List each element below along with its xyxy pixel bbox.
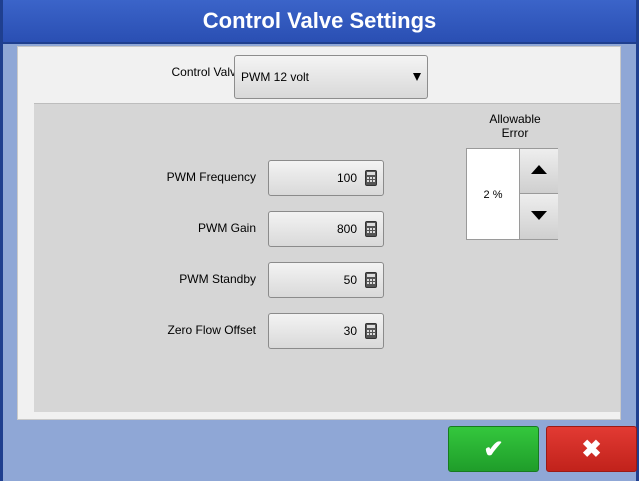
allowable-error-decrease-button[interactable] <box>519 194 558 239</box>
pwm-standby-value: 50 <box>343 273 357 287</box>
pwm-standby-label: PWM Standby <box>179 272 256 286</box>
control-valve-value: PWM 12 volt <box>241 70 310 84</box>
allowable-error-value: 2 % <box>483 189 503 201</box>
triangle-up-icon <box>531 165 547 174</box>
control-valve-dropdown[interactable]: PWM 12 volt <box>234 55 428 99</box>
ok-button[interactable]: ✔ <box>448 426 539 472</box>
calculator-icon <box>365 323 377 339</box>
allowable-error-increase-button[interactable] <box>519 149 558 194</box>
dialog-title: Control Valve Settings <box>3 0 636 44</box>
pwm-standby-row: PWM Standby 50 <box>34 262 414 298</box>
calculator-icon <box>365 170 377 186</box>
cancel-button[interactable]: ✖ <box>546 426 637 472</box>
pwm-gain-button[interactable]: 800 <box>268 211 384 247</box>
content-area: Control Valve: PWM 12 volt PWM Frequency… <box>17 46 621 420</box>
zero-flow-offset-button[interactable]: 30 <box>268 313 384 349</box>
checkmark-icon: ✔ <box>483 435 504 463</box>
pwm-frequency-value: 100 <box>336 171 357 185</box>
close-icon: ✖ <box>581 435 602 463</box>
calculator-icon <box>365 272 377 288</box>
triangle-down-icon <box>531 211 547 220</box>
pwm-gain-value: 800 <box>336 222 357 236</box>
zero-flow-offset-value: 30 <box>343 324 357 338</box>
chevron-down-icon <box>413 73 421 81</box>
allowable-error-title: Allowable Error <box>489 112 541 140</box>
zero-flow-offset-row: Zero Flow Offset 30 <box>34 313 414 349</box>
pwm-frequency-button[interactable]: 100 <box>268 160 384 196</box>
dialog-window: Control Valve Settings Control Valve: PW… <box>0 0 639 481</box>
pwm-gain-label: PWM Gain <box>197 221 256 235</box>
pwm-frequency-row: PWM Frequency 100 <box>34 160 414 196</box>
calculator-icon <box>365 221 377 237</box>
zero-flow-offset-label: Zero Flow Offset <box>167 323 256 337</box>
allowable-error-control: 2 % <box>466 148 558 240</box>
control-valve-label: Control Valve: <box>171 65 246 79</box>
pwm-standby-button[interactable]: 50 <box>268 262 384 298</box>
control-valve-row: Control Valve: PWM 12 volt <box>18 47 620 102</box>
pwm-frequency-label: PWM Frequency <box>166 170 256 184</box>
pwm-gain-row: PWM Gain 800 <box>34 211 414 247</box>
settings-panel: PWM Frequency 100 PWM Gain 800 PWM Stand… <box>34 103 620 412</box>
